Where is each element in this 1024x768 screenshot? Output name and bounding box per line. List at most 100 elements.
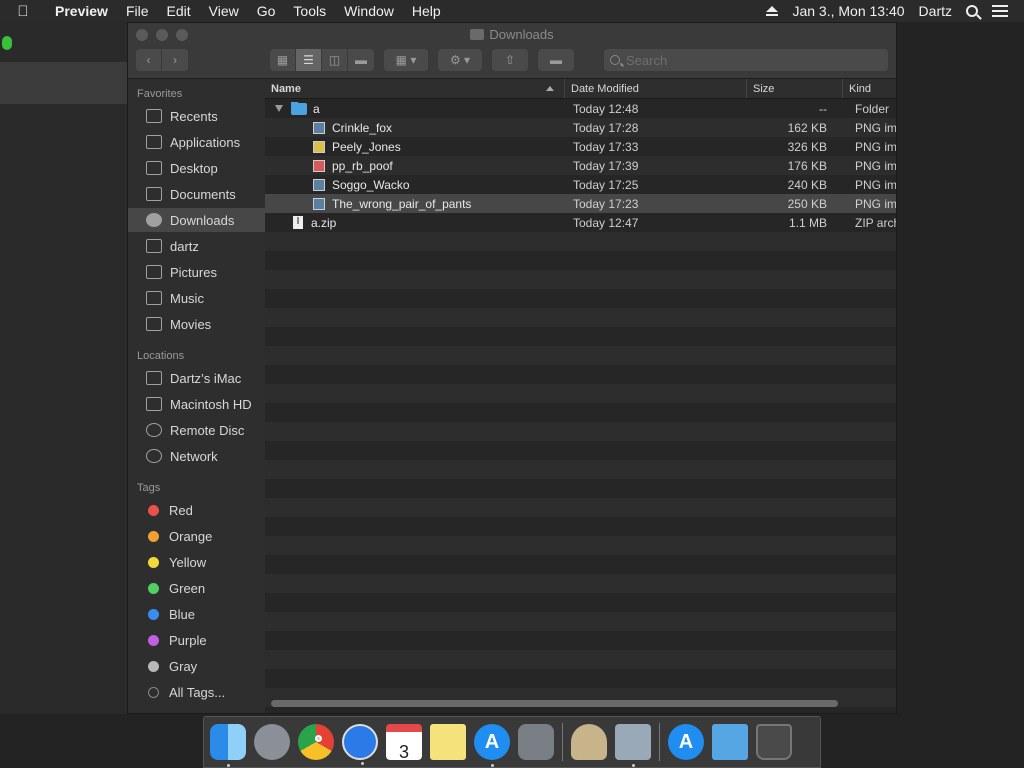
apple-icon[interactable]:  — [0, 3, 46, 20]
icon-view-button[interactable]: ▦ — [270, 49, 296, 71]
menu-help[interactable]: Help — [403, 3, 450, 19]
gear-icon: ⚙ ▾ — [449, 53, 471, 67]
safari-icon[interactable] — [342, 724, 378, 765]
sidebar-item-desktop[interactable]: Desktop — [128, 156, 265, 180]
background-selection — [0, 62, 128, 104]
sidebar-item-movies[interactable]: Movies — [128, 312, 265, 336]
sidebar-tag-blue[interactable]: Blue — [128, 602, 265, 626]
column-name[interactable]: Name — [265, 79, 565, 98]
window-title: Downloads — [128, 27, 896, 42]
title-bar: Downloads ‹ › ▦ ☰ ◫ ▬ ▦ ▾ ⚙ ▾ ⇧ ▬ Search — [128, 23, 896, 79]
spotlight-search-icon[interactable] — [966, 5, 978, 17]
column-view-button[interactable]: ◫ — [322, 49, 348, 71]
gallery-view-button[interactable]: ▬ — [348, 49, 374, 71]
launchpad-icon[interactable] — [254, 724, 290, 760]
table-row[interactable]: a.zip Today 12:47 1.1 MB ZIP arch — [265, 213, 896, 232]
menu-tools[interactable]: Tools — [284, 3, 335, 19]
action-button[interactable]: ⚙ ▾ — [438, 49, 482, 71]
menu-view[interactable]: View — [200, 3, 248, 19]
sidebar-item-macintosh-hd[interactable]: Macintosh HD — [128, 392, 265, 416]
menu-app-name[interactable]: Preview — [46, 3, 117, 19]
desktop-icon — [146, 161, 162, 175]
image-file-icon — [313, 121, 325, 134]
app-store-icon[interactable]: A — [474, 724, 510, 767]
menu-window[interactable]: Window — [335, 3, 403, 19]
sidebar-item-downloads[interactable]: Downloads — [128, 208, 265, 232]
calendar-icon[interactable]: 3 — [386, 724, 422, 762]
sidebar-item-imac[interactable]: Dartz’s iMac — [128, 366, 265, 390]
trash-icon[interactable] — [756, 724, 792, 760]
table-row[interactable]: a Today 12:48 -- Folder — [265, 99, 896, 118]
sidebar-item-remote-disc[interactable]: Remote Disc — [128, 418, 265, 442]
sidebar-item-applications[interactable]: Applications — [128, 130, 265, 154]
image-file-icon — [313, 140, 325, 153]
column-date-modified[interactable]: Date Modified — [565, 79, 747, 98]
menu-go[interactable]: Go — [248, 3, 285, 19]
sidebar-tag-purple[interactable]: Purple — [128, 628, 265, 652]
clock-icon — [146, 109, 162, 123]
table-row-selected[interactable]: The_wrong_pair_of_pants Today 17:23 250 … — [265, 194, 896, 213]
back-button[interactable]: ‹ — [136, 49, 162, 71]
group-by-button[interactable]: ▦ ▾ — [384, 49, 428, 71]
file-rows: a Today 12:48 -- Folder Crinkle_fox Toda… — [265, 99, 896, 713]
notes-icon[interactable] — [430, 724, 466, 760]
finder-window: Downloads ‹ › ▦ ☰ ◫ ▬ ▦ ▾ ⚙ ▾ ⇧ ▬ Search… — [127, 22, 897, 714]
folder-icon — [291, 101, 307, 115]
tags-button[interactable]: ▬ — [538, 49, 574, 71]
image-file-icon — [313, 197, 325, 210]
sidebar-header-tags: Tags — [137, 482, 161, 494]
sidebar-tag-green[interactable]: Green — [128, 576, 265, 600]
file-list: Name Date Modified Size Kind a Today 12:… — [265, 79, 896, 713]
sidebar-tag-orange[interactable]: Orange — [128, 524, 265, 548]
image-file-icon — [313, 159, 325, 172]
folder-icon — [470, 29, 485, 40]
system-preferences-icon[interactable] — [518, 724, 554, 760]
zip-file-icon — [293, 216, 303, 229]
column-size[interactable]: Size — [747, 79, 843, 98]
disc-icon — [146, 423, 162, 437]
search-input[interactable] — [626, 52, 866, 68]
column-kind[interactable]: Kind — [843, 79, 896, 98]
sidebar-tag-gray[interactable]: Gray — [128, 654, 265, 678]
notification-center-icon[interactable] — [992, 5, 1008, 17]
downloads-folder-icon[interactable] — [712, 724, 748, 760]
sidebar-item-network[interactable]: Network — [128, 444, 265, 468]
mouse-cursor-icon — [2, 36, 12, 50]
menu-file[interactable]: File — [117, 3, 158, 19]
table-row[interactable]: Peely_Jones Today 17:33 326 KB PNG ima — [265, 137, 896, 156]
sidebar-item-recents[interactable]: Recents — [128, 104, 265, 128]
group-icon: ▦ ▾ — [395, 53, 417, 67]
sidebar-item-home[interactable]: dartz — [128, 234, 265, 258]
user-name[interactable]: Dartz — [919, 3, 952, 19]
background-app-panel — [0, 22, 128, 714]
eject-icon[interactable] — [766, 6, 779, 16]
finder-icon[interactable] — [210, 724, 246, 767]
sidebar-item-music[interactable]: Music — [128, 286, 265, 310]
list-view-button[interactable]: ☰ — [296, 49, 322, 71]
forward-button[interactable]: › — [162, 49, 188, 71]
chrome-icon[interactable] — [298, 724, 334, 760]
table-row[interactable]: pp_rb_poof Today 17:39 176 KB PNG ima — [265, 156, 896, 175]
chess-icon[interactable] — [571, 724, 607, 760]
share-button[interactable]: ⇧ — [492, 49, 528, 71]
table-row[interactable]: Crinkle_fox Today 17:28 162 KB PNG ima — [265, 118, 896, 137]
sidebar-tag-red[interactable]: Red — [128, 498, 265, 522]
table-row[interactable]: Soggo_Wacko Today 17:25 240 KB PNG ima — [265, 175, 896, 194]
clock[interactable]: Jan 3., Mon 13:40 — [792, 3, 904, 19]
preview-icon[interactable] — [615, 724, 651, 767]
sidebar-all-tags[interactable]: All Tags... — [128, 680, 265, 704]
download-icon — [146, 213, 162, 227]
menu-edit[interactable]: Edit — [158, 3, 200, 19]
sidebar-item-pictures[interactable]: Pictures — [128, 260, 265, 284]
nav-buttons: ‹ › — [136, 49, 188, 71]
horizontal-scrollbar[interactable] — [271, 700, 838, 707]
sidebar-item-documents[interactable]: Documents — [128, 182, 265, 206]
sidebar-tag-yellow[interactable]: Yellow — [128, 550, 265, 574]
search-field[interactable] — [604, 49, 888, 71]
disclosure-triangle-icon[interactable] — [275, 105, 283, 112]
home-icon — [146, 239, 162, 253]
toolbar: ‹ › ▦ ☰ ◫ ▬ ▦ ▾ ⚙ ▾ ⇧ ▬ — [136, 49, 888, 71]
orange-tag-icon — [148, 530, 159, 542]
sort-ascending-icon — [546, 86, 554, 91]
app-store-download-icon[interactable]: A — [668, 724, 704, 760]
